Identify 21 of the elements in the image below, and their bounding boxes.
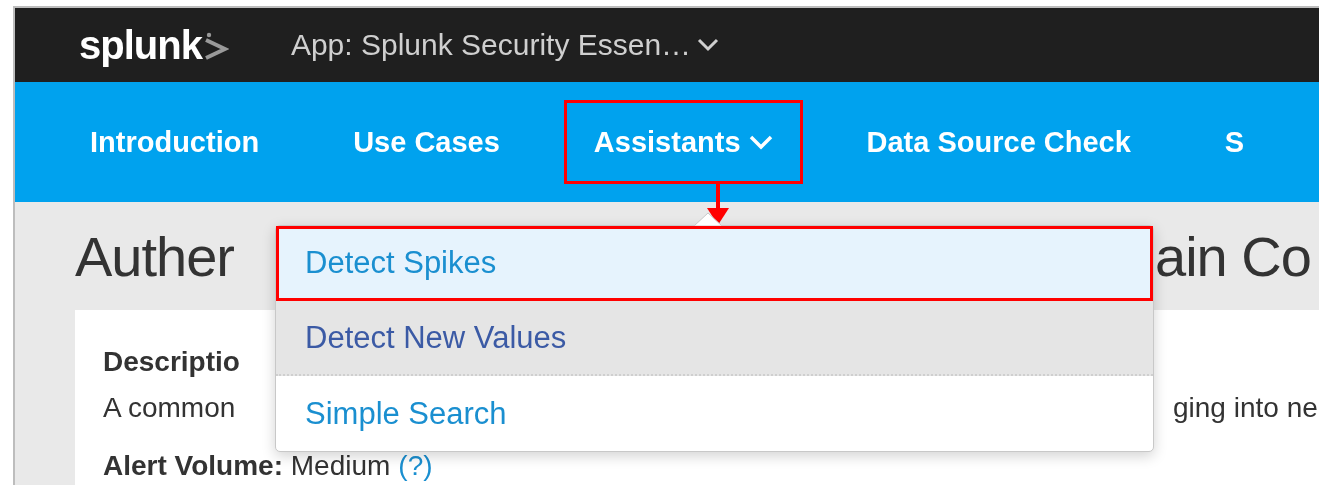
help-link[interactable]: (?) bbox=[398, 450, 433, 482]
annotation-arrow bbox=[705, 182, 731, 226]
app-menu-button[interactable]: App: Splunk Security Essen… bbox=[290, 28, 720, 62]
page-title: Auther bbox=[75, 224, 234, 288]
description-text: ging into ne bbox=[1173, 392, 1318, 423]
alert-volume-text: Alert Volume: Medium bbox=[103, 450, 391, 482]
menu-item[interactable]: Detect New Values bbox=[276, 301, 1153, 376]
menu-item[interactable]: Simple Search bbox=[276, 376, 1153, 451]
nav-tab[interactable]: Use Cases bbox=[323, 100, 530, 184]
logo[interactable]: splunk bbox=[79, 25, 202, 65]
description-text: A common bbox=[103, 392, 236, 423]
caret-icon bbox=[748, 134, 773, 150]
page-title: ain Co bbox=[1155, 224, 1311, 288]
nav-tab[interactable]: Introduction bbox=[60, 100, 290, 184]
nav-tab[interactable]: Data Source Check bbox=[836, 100, 1161, 184]
logo-chevron-icon bbox=[202, 31, 229, 61]
nav-tab[interactable]: Assistants bbox=[563, 100, 803, 184]
description-label: Descriptio bbox=[103, 346, 240, 377]
caret-icon bbox=[697, 38, 720, 52]
menu-item[interactable]: Detect Spikes bbox=[276, 226, 1153, 301]
nav-tab[interactable]: S bbox=[1194, 100, 1275, 184]
